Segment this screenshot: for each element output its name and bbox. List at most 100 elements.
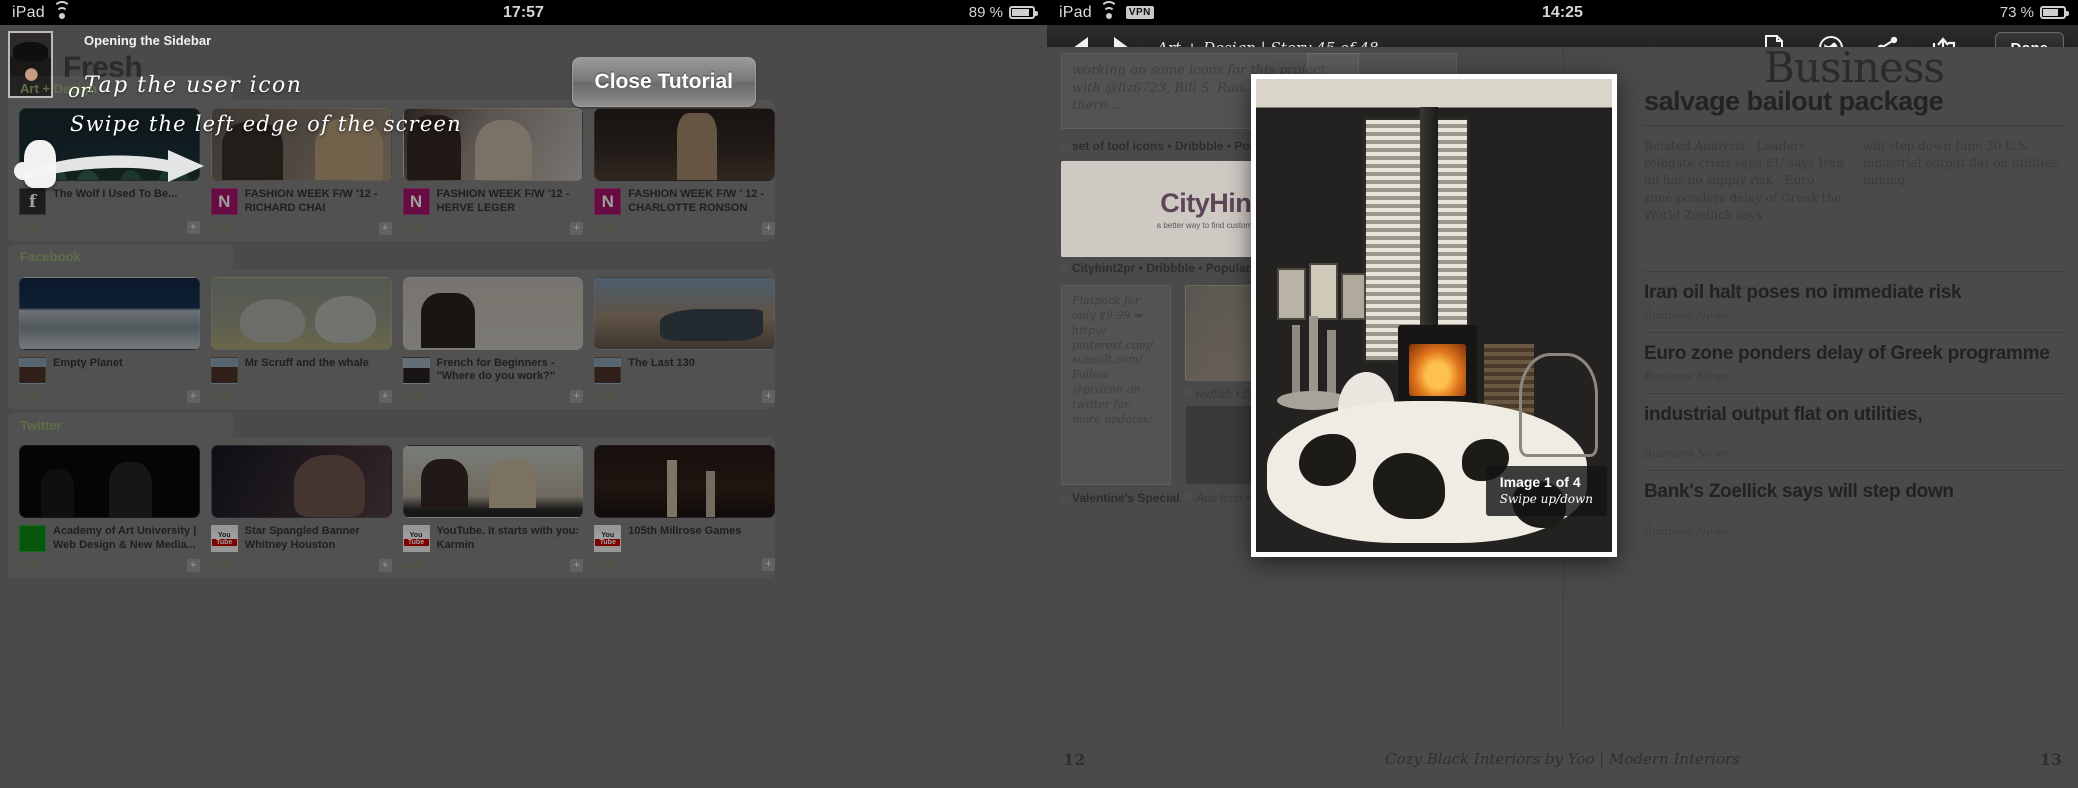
add-button[interactable]: +	[762, 558, 775, 571]
green-square-icon	[19, 525, 46, 552]
add-button[interactable]: +	[762, 389, 775, 403]
section-tab-header[interactable]: Facebook	[8, 244, 233, 269]
card-thumbnail[interactable]	[210, 276, 392, 350]
headline-title: Iran oil halt poses no immediate risk	[1644, 281, 1962, 303]
more-link[interactable]: more	[19, 222, 42, 233]
more-link[interactable]: more	[594, 391, 617, 402]
page-footer: 12 Cozy Black Interiors by Yoo | Modern …	[1047, 730, 2078, 788]
tile-flatpack[interactable]: Flatpack for only $9.99 ➡ http:// pinter…	[1061, 285, 1171, 485]
card-thumbnail[interactable]	[210, 445, 392, 518]
youtube-icon: You Tube	[594, 525, 622, 552]
section-facebook: Facebook Empty Planet more + Mr Scruff a…	[8, 244, 775, 409]
more-link[interactable]: more	[403, 391, 426, 402]
bullet-icon	[1185, 390, 1192, 397]
section-art-design: Art + Design f The Wolf I Used To Be... …	[8, 76, 775, 241]
list-item[interactable]: N FASHION WEEK F/W '12 - RICHARD CHAI mo…	[210, 108, 392, 235]
headline-source: Business News	[1644, 370, 1728, 384]
user-photo-icon	[210, 356, 238, 384]
more-link[interactable]: more	[594, 223, 617, 234]
card-thumbnail[interactable]	[402, 108, 584, 181]
card-title: Empty Planet	[53, 356, 123, 369]
card-footer: more +	[403, 221, 584, 235]
card-title: French for Beginners - "Where do you wor…	[436, 356, 556, 383]
list-item[interactable]: industrial output flat on utilities, Bus…	[1644, 393, 2064, 470]
add-button[interactable]: +	[186, 558, 200, 572]
card-meta: You Tube YouTube. It starts with you: Ka…	[402, 525, 584, 553]
youtube-icon: You Tube	[210, 525, 238, 552]
list-item[interactable]: You Tube Star Spangled Banner Whitney Ho…	[210, 445, 392, 572]
right-status-bar: iPad VPN 14:25 73 %	[1047, 0, 2078, 25]
list-item[interactable]: N FASHION WEEK F/W '12 - HERVE LEGER mor…	[402, 108, 584, 235]
section-title: Twitter	[20, 417, 62, 433]
card-thumbnail[interactable]	[210, 108, 392, 181]
card-meta: f The Wolf I Used To Be...	[19, 188, 200, 215]
list-item[interactable]: You Tube 105th Millrose Games more +	[594, 445, 775, 572]
list-item[interactable]: Empty Planet more +	[19, 276, 200, 404]
user-photo-icon	[594, 356, 622, 384]
card-thumbnail[interactable]	[594, 445, 775, 518]
add-button[interactable]: +	[378, 221, 392, 235]
section-title: Art + Design	[20, 80, 97, 96]
list-item[interactable]: Euro zone ponders delay of Greek program…	[1644, 331, 2064, 393]
card-thumbnail[interactable]	[402, 276, 584, 350]
add-button[interactable]: +	[570, 221, 584, 235]
card-meta: Mr Scruff and the whale	[210, 356, 392, 384]
lightbox-photo[interactable]: Image 1 of 4 Swipe up/down	[1256, 79, 1612, 552]
add-button[interactable]: +	[762, 221, 775, 235]
card-title: The Wolf I Used To Be...	[53, 188, 178, 200]
masthead: Business	[1764, 43, 1945, 92]
card-thumbnail[interactable]	[19, 276, 200, 350]
list-item[interactable]: f The Wolf I Used To Be... more +	[19, 108, 200, 235]
more-link[interactable]: more	[403, 560, 426, 571]
card-thumbnail[interactable]	[594, 108, 775, 181]
list-item[interactable]: You Tube YouTube. It starts with you: Ka…	[402, 445, 584, 572]
section-tab-header[interactable]: Art + Design	[8, 76, 233, 100]
more-link[interactable]: more	[211, 560, 234, 571]
right-panel-news-reader: iPad VPN 14:25 73 % Art + Design | Story…	[1047, 0, 2078, 788]
card-thumbnail[interactable]	[594, 276, 775, 350]
list-item[interactable]: Academy of Art University | Web Design &…	[19, 445, 200, 572]
add-button[interactable]: +	[570, 558, 584, 572]
section-tab-header[interactable]: Twitter	[8, 413, 233, 437]
left-panel-flipboard-tutorial: iPad 17:57 89 % Fresh Opening the Sideba…	[0, 0, 1047, 788]
section-card-row: f The Wolf I Used To Be... more + N FASH…	[8, 100, 775, 241]
image-lightbox[interactable]: Image 1 of 4 Swipe up/down	[1251, 74, 1617, 557]
headline-source: Business News	[1644, 524, 1728, 538]
card-meta: Academy of Art University | Web Design &…	[19, 525, 200, 553]
status-clock: 17:57	[503, 3, 544, 21]
card-meta: French for Beginners - "Where do you wor…	[402, 356, 584, 385]
list-item[interactable]: The Last 130 more +	[594, 276, 775, 404]
youtube-icon: You Tube	[402, 525, 430, 552]
list-item[interactable]: Bank's Zoellick says will step down Busi…	[1644, 470, 2064, 547]
more-link[interactable]: more	[19, 391, 42, 402]
list-item[interactable]: Mr Scruff and the whale more +	[210, 276, 392, 404]
cityhint-tagline: a better way to find customers	[1156, 221, 1264, 230]
add-button[interactable]: +	[570, 390, 584, 403]
card-thumbnail[interactable]	[402, 445, 584, 518]
more-link[interactable]: more	[19, 560, 42, 571]
list-item[interactable]: French for Beginners - "Where do you wor…	[402, 276, 584, 403]
bullet-icon	[1061, 264, 1068, 271]
list-item[interactable]: N FASHION WEEK F/W ' 12 - CHARLOTTE RONS…	[594, 108, 775, 235]
add-button[interactable]: +	[378, 389, 392, 403]
section-twitter: Twitter Academy of Art University | Web …	[8, 413, 775, 578]
card-title: Mr Scruff and the whale	[244, 356, 369, 369]
card-title: The Last 130	[628, 356, 695, 369]
add-button[interactable]: +	[186, 221, 200, 234]
more-link[interactable]: more	[403, 223, 426, 234]
battery-icon	[1009, 6, 1038, 19]
more-link[interactable]: more	[211, 223, 234, 234]
add-button[interactable]: +	[186, 389, 200, 403]
bullet-icon	[1061, 494, 1068, 501]
more-link[interactable]: more	[594, 559, 617, 570]
section-card-row: Empty Planet more + Mr Scruff and the wh…	[8, 268, 775, 409]
card-thumbnail[interactable]	[19, 445, 200, 518]
card-title: 105th Millrose Games	[628, 525, 742, 537]
card-thumbnail[interactable]	[19, 108, 200, 181]
list-item[interactable]: Iran oil halt poses no immediate risk Bu…	[1644, 270, 2064, 332]
card-title: FASHION WEEK F/W '12 - HERVE LEGER	[436, 188, 570, 214]
add-button[interactable]: +	[378, 558, 392, 572]
more-link[interactable]: more	[211, 391, 234, 402]
card-footer: more +	[594, 558, 775, 571]
nylon-n-icon: N	[210, 188, 238, 215]
